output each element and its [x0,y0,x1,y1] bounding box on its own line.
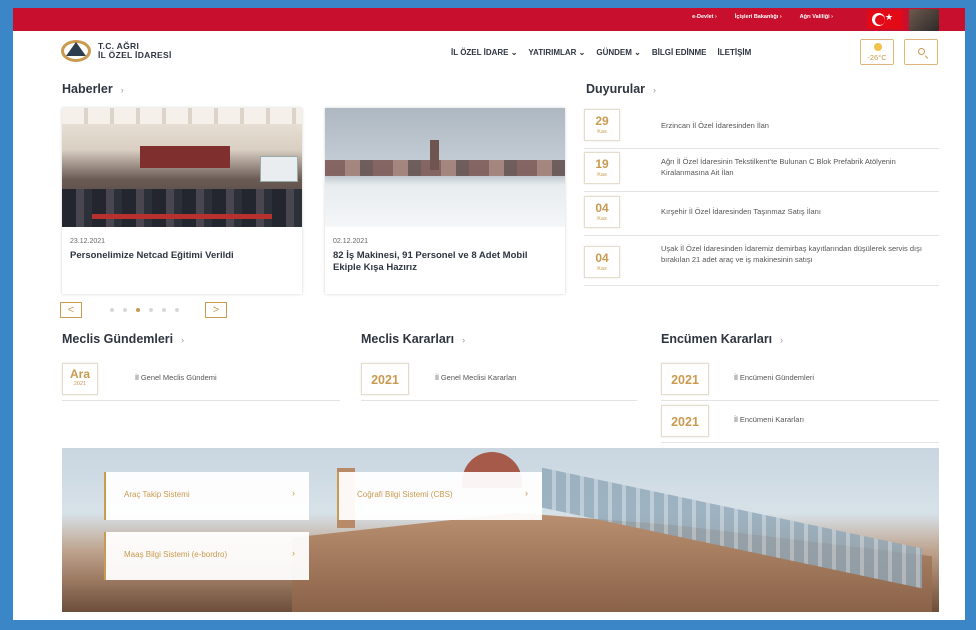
chevron-right-icon: › [462,335,466,345]
chevron-right-icon: › [780,335,784,345]
sun-icon [874,43,882,51]
announcement-text[interactable]: Uşak İl Özel İdaresinden İdaremiz demirb… [661,244,931,265]
list-item[interactable]: 2021 İl Genel Meclisi Kararları [361,363,637,401]
news-card[interactable]: 23.12.2021 Personelimize Netcad Eğitimi … [62,108,302,294]
services-banner: Araç Takip Sistemi › Coğrafi Bilgi Siste… [62,448,939,612]
top-links: e-Devlet › İçişleri Bakanlığı › Ağrı Val… [692,14,833,20]
slider-dot[interactable] [110,308,114,312]
slider-next-button[interactable]: > [205,302,227,318]
list-item-label[interactable]: İl Genel Meclis Gündemi [135,373,217,382]
year-box: 2021 [361,363,409,395]
slider-dots [110,308,179,312]
slider-dot[interactable] [162,308,166,312]
news-image [325,108,565,227]
nav-bilgi-edinme[interactable]: BİLGİ EDİNME [652,48,707,57]
news-section-title[interactable]: Haberler › [62,82,124,96]
chevron-right-icon: › [120,85,124,95]
slider-dot[interactable] [149,308,153,312]
announcements-section-title[interactable]: Duyurular › [586,82,656,96]
announcement-date: 04 Kas [584,196,620,228]
announcement-item[interactable]: 29 Kas Erzincan İl Özel İdaresinden İlan [584,109,939,149]
list-item-label[interactable]: İl Genel Meclisi Kararları [435,373,517,382]
date-box: Ara 2021 [62,363,98,395]
slider-dot[interactable] [123,308,127,312]
chevron-right-icon: › [525,488,528,498]
main-nav: İL ÖZEL İDARE ⌄ YATIRIMLAR ⌄ GÜNDEM ⌄ Bİ… [451,48,751,57]
list-item[interactable]: 2021 İl Encümeni Kararları [661,405,939,443]
chevron-right-icon: › [292,488,295,498]
news-slider-controls: < > [60,302,324,318]
news-card[interactable]: 02.12.2021 82 İş Makinesi, 91 Personel v… [325,108,565,294]
logo-emblem-icon [60,36,92,66]
announcement-text[interactable]: Erzincan İl Özel İdaresinden İlan [661,121,931,132]
meclis-karar-title[interactable]: Meclis Kararları › [361,332,465,346]
slider-dot[interactable] [175,308,179,312]
slider-prev-button[interactable]: < [60,302,82,318]
announcement-item[interactable]: 04 Kas Uşak İl Özel İdaresinden İdaremiz… [584,240,939,286]
browser-page: e-Devlet › İçişleri Bakanlığı › Ağrı Val… [13,8,965,620]
announcement-date: 29 Kas [584,109,620,141]
year-box: 2021 [661,405,709,437]
service-link-maas[interactable]: Maaş Bilgi Sistemi (e-bordro) › [104,532,309,580]
nav-iletisim[interactable]: İLETİŞİM [718,48,752,57]
service-link-cbs[interactable]: Coğrafi Bilgi Sistemi (CBS) › [337,472,542,520]
crescent-icon [872,13,885,26]
top-bar: e-Devlet › İçişleri Bakanlığı › Ağrı Val… [13,8,965,31]
search-button[interactable] [904,39,938,65]
news-date: 02.12.2021 [333,238,369,245]
search-icon [918,48,925,55]
announcement-date: 04 Kas [584,246,620,278]
announcement-date: 19 Kas [584,152,620,184]
announcement-item[interactable]: 19 Kas Ağrı İl Özel İdaresinin Tekstilke… [584,152,939,192]
service-link-arac-takip[interactable]: Araç Takip Sistemi › [104,472,309,520]
turkish-flag-icon: ★ [867,10,903,29]
star-icon: ★ [885,13,894,23]
nav-gundem[interactable]: GÜNDEM ⌄ [596,48,640,57]
news-image [62,108,302,227]
announcement-item[interactable]: 04 Kas Kırşehir İl Özel İdaresinden Taşı… [584,196,939,236]
year-box: 2021 [661,363,709,395]
top-link-edevlet[interactable]: e-Devlet › [692,14,717,20]
announcement-text[interactable]: Ağrı İl Özel İdaresinin Tekstilkent'te B… [661,157,931,178]
list-item[interactable]: Ara 2021 İl Genel Meclis Gündemi [62,363,340,401]
list-item-label[interactable]: İl Encümeni Gündemleri [734,373,814,382]
announcement-text[interactable]: Kırşehir İl Özel İdaresinden Taşınmaz Sa… [661,207,931,218]
nav-yatirimlar[interactable]: YATIRIMLAR ⌄ [528,48,585,57]
logo-text: T.C. AĞRI İL ÖZEL İDARESİ [98,42,172,60]
chevron-right-icon: › [292,548,295,558]
news-title[interactable]: 82 İş Makinesi, 91 Personel ve 8 Adet Mo… [333,250,558,274]
meclis-gundem-title[interactable]: Meclis Gündemleri › [62,332,184,346]
list-item[interactable]: 2021 İl Encümeni Gündemleri [661,363,939,401]
news-date: 23.12.2021 [70,238,106,245]
temperature: -26°C [867,53,887,62]
weather-widget[interactable]: -26°C [860,39,894,65]
logo-line2: İL ÖZEL İDARESİ [98,50,172,60]
chevron-right-icon: › [181,335,185,345]
chevron-right-icon: › [653,85,657,95]
slider-dot-active[interactable] [136,308,140,312]
nav-il-ozel-idare[interactable]: İL ÖZEL İDARE ⌄ [451,48,517,57]
encumen-title[interactable]: Encümen Kararları › [661,332,783,346]
news-title[interactable]: Personelimize Netcad Eğitimi Verildi [70,250,295,262]
list-item-label[interactable]: İl Encümeni Kararları [734,415,804,424]
top-link-icisleri[interactable]: İçişleri Bakanlığı › [735,14,782,20]
portrait-image [909,9,939,31]
site-logo[interactable]: T.C. AĞRI İL ÖZEL İDARESİ [60,36,172,66]
top-link-valilik[interactable]: Ağrı Valiliği › [800,14,833,20]
